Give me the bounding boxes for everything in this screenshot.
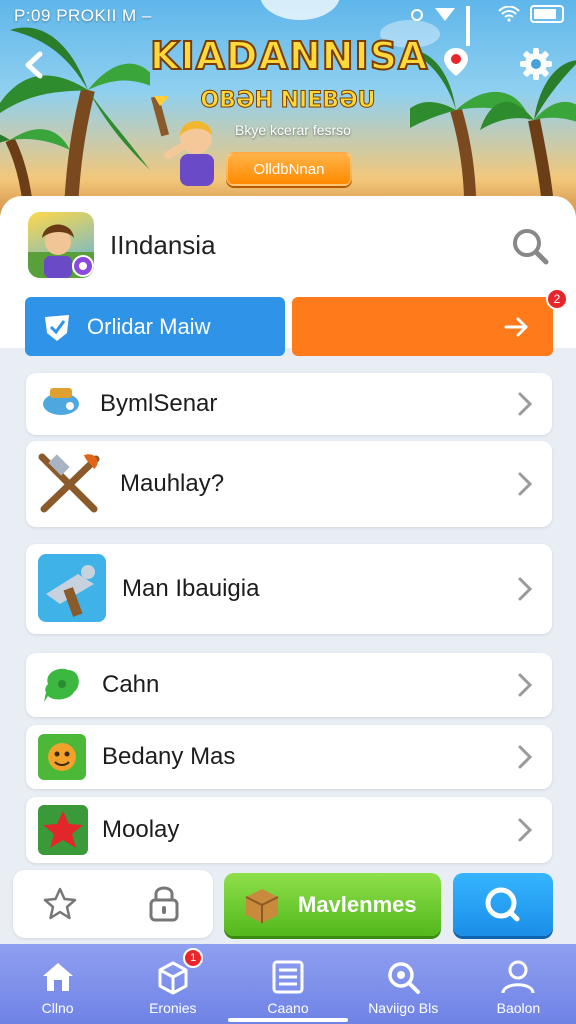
list-item-label: Mauhlay?	[120, 470, 225, 497]
game-title: KIADANNISA	[149, 33, 429, 79]
game-subtitle: OBƏH NIEBƏU	[200, 88, 376, 114]
banner-cta-button[interactable]: OlldbNnan	[226, 152, 352, 186]
tab-label: Naviigo Bls	[368, 1000, 439, 1016]
list-icon	[272, 960, 304, 994]
primary-action-button[interactable]: Orlidar Maiw	[25, 297, 285, 356]
profile-icon	[501, 960, 535, 994]
chevron-right-icon	[518, 745, 533, 769]
primary-action-label: Orlidar Maiw	[87, 313, 211, 339]
list-item[interactable]: Moolay	[26, 797, 552, 863]
shield-check-icon	[45, 314, 69, 341]
location-button[interactable]	[440, 46, 472, 78]
battery-icon	[530, 5, 564, 23]
character-icon	[38, 734, 86, 780]
list-item[interactable]: Man Ibauigia	[26, 544, 552, 634]
tab-label: Baolon	[496, 1000, 541, 1016]
chevron-right-icon	[518, 392, 533, 416]
search-icon	[485, 887, 520, 922]
crate-icon	[245, 888, 279, 923]
continue-button[interactable]	[292, 297, 553, 356]
chevron-right-icon	[518, 472, 533, 496]
chat-icon	[44, 668, 79, 702]
search-action-button[interactable]	[453, 873, 553, 936]
wifi-icon	[498, 6, 520, 22]
list-item-label: Bedany Mas	[102, 743, 236, 770]
search-button[interactable]	[510, 226, 550, 266]
search-icon	[388, 962, 421, 994]
alarm-icon	[411, 9, 423, 21]
list-item[interactable]: Bedany Mas	[26, 725, 552, 789]
app-icon[interactable]	[28, 212, 94, 278]
home-indicator[interactable]	[228, 1018, 348, 1022]
chevron-right-icon	[518, 818, 533, 842]
list-item[interactable]: Cahn	[26, 653, 552, 717]
weapons-icon	[38, 453, 100, 513]
tab-profile[interactable]: Baolon	[461, 944, 576, 1024]
tab-navigo[interactable]: Naviigo Bls	[346, 944, 461, 1024]
bottom-tab-bar: Cllno Eronies 1 Caano Naviigo Bls Baolon	[0, 944, 576, 1024]
chevron-right-icon	[518, 577, 533, 601]
tab-label: Caano	[267, 1000, 309, 1016]
list-item-label: Man Ibauigia	[122, 575, 260, 602]
lock-icon	[149, 886, 179, 922]
tab-eronies[interactable]: Eronies 1	[115, 944, 230, 1024]
crafting-icon	[38, 554, 106, 622]
list-item-label: Cahn	[102, 671, 160, 698]
tab-home[interactable]: Cllno	[0, 944, 115, 1024]
tab-label: Cllno	[41, 1000, 74, 1016]
star-outline-icon	[43, 887, 77, 920]
favorite-button[interactable]	[42, 886, 78, 922]
tab-label: Eronies	[149, 1000, 197, 1016]
chevron-right-icon	[518, 673, 533, 697]
character-avatar-icon	[28, 224, 94, 278]
tab-badge: 1	[183, 948, 204, 968]
home-icon	[42, 963, 73, 991]
app-name: IIndansia	[110, 230, 216, 260]
chevron-left-icon	[25, 51, 43, 79]
status-bar: P:09 PROKII M –	[0, 0, 576, 46]
sub-icon	[43, 388, 79, 415]
notification-badge: 2	[546, 288, 568, 310]
list-item-label: BymlSenar	[100, 390, 218, 417]
list-item-label: Moolay	[102, 816, 180, 843]
search-icon	[513, 229, 549, 265]
gear-icon	[520, 48, 552, 80]
star-icon	[38, 805, 88, 855]
signal-triangle-icon	[435, 8, 455, 21]
location-pin-icon	[444, 48, 468, 76]
cellular-signal-icon	[466, 6, 488, 46]
tab-caano[interactable]: Caano	[230, 944, 345, 1024]
status-time: P:09 PROKII M –	[14, 6, 152, 25]
inventory-button[interactable]: Mavlenmes	[224, 873, 441, 936]
lock-button[interactable]	[148, 884, 180, 922]
list-item[interactable]: Mauhlay?	[26, 441, 552, 527]
back-button[interactable]	[18, 48, 52, 82]
arrow-right-icon	[504, 317, 528, 336]
game-tagline: Bkye kcerar fesrso	[235, 122, 351, 138]
settings-button[interactable]	[518, 46, 554, 82]
list-item[interactable]: BymlSenar	[26, 373, 552, 435]
inventory-button-label: Mavlenmes	[298, 891, 417, 917]
status-icons	[410, 5, 564, 46]
